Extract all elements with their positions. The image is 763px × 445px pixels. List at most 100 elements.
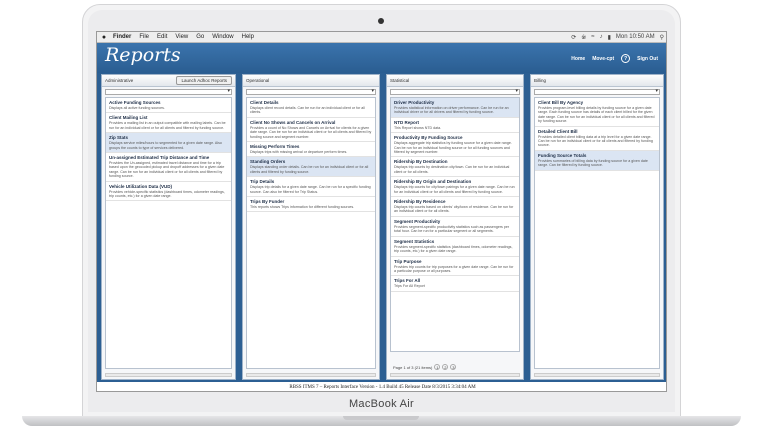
report-item-description: Provides statistical information on driv… bbox=[394, 106, 509, 115]
pager-summary: Page 1 of 3 (21 items) bbox=[393, 364, 433, 370]
report-item-title[interactable]: Segment Statistics bbox=[394, 239, 516, 244]
report-item-title[interactable]: Client No Shows and Cancels on Arrival bbox=[250, 120, 372, 125]
bluetooth-icon[interactable]: ※ bbox=[581, 34, 586, 41]
help-icon[interactable]: ? bbox=[621, 54, 631, 63]
report-item-title[interactable]: Active Funding Sources bbox=[109, 100, 228, 105]
report-item[interactable]: Trips For All Trips For All Report bbox=[391, 276, 519, 292]
page-3-button[interactable]: 3 bbox=[450, 364, 457, 370]
report-item-title[interactable]: Funding Source Totals bbox=[538, 153, 656, 158]
report-item[interactable]: Ridership By Residence Displays trip coun… bbox=[391, 197, 519, 217]
horizontal-scrollbar[interactable] bbox=[534, 373, 660, 377]
report-item-title[interactable]: Vehicle Utilization Data (VUD) bbox=[109, 184, 228, 189]
report-item[interactable]: NTD Report This Report shows NTD data. bbox=[391, 118, 519, 134]
pager: Page 1 of 3 (21 items) 1 2 3 bbox=[393, 364, 457, 370]
report-item-description: Provides summaries of billing data by fu… bbox=[538, 158, 648, 168]
report-item[interactable]: Driver Productivity Provides statistical … bbox=[391, 98, 519, 118]
report-item-description: Displays trip counts for city/town pairi… bbox=[394, 185, 515, 194]
horizontal-scrollbar[interactable] bbox=[246, 373, 376, 377]
panel-header: Operational bbox=[243, 75, 379, 87]
report-item-title[interactable]: Segment Productivity bbox=[394, 219, 516, 224]
panel-billing: Billing Client Bill By AgencyProvides pr… bbox=[530, 74, 664, 380]
launch-adhoc-button[interactable]: Launch Adhoc Reports bbox=[176, 76, 232, 85]
report-item-title[interactable]: Trips By Funder bbox=[250, 199, 372, 204]
panel-title: Operational bbox=[246, 78, 270, 83]
report-item[interactable]: Funding Source Totals Provides summaries … bbox=[535, 150, 659, 171]
spotlight-icon[interactable]: ⚲ bbox=[660, 34, 664, 41]
report-item[interactable]: Ridership By Destination Displays trip co… bbox=[391, 157, 519, 178]
page-2-button[interactable]: 2 bbox=[442, 364, 449, 370]
report-item-description: Displays client record details. Can be r… bbox=[250, 106, 365, 115]
report-item[interactable]: Standing Orders Displays standing order d… bbox=[247, 157, 375, 178]
sign-out-link[interactable]: Sign Out bbox=[637, 56, 658, 62]
report-item[interactable]: Trip Purpose Provides trip counts for tri… bbox=[391, 257, 519, 277]
report-item[interactable]: Detailed Client Bill Provides detailed cl… bbox=[535, 127, 659, 151]
report-item-title[interactable]: Standing Orders bbox=[250, 159, 372, 164]
report-item[interactable]: Client Bill By Agency Provides program-le… bbox=[535, 98, 659, 127]
home-link[interactable]: Home bbox=[571, 56, 585, 62]
battery-icon[interactable]: ▮ bbox=[608, 34, 611, 41]
report-list: Driver Productivity Provides statistical … bbox=[390, 97, 520, 352]
sync-icon[interactable]: ⟳ bbox=[571, 34, 576, 41]
report-item-title[interactable]: Trip Details bbox=[250, 179, 372, 184]
report-item-description: Provides vehicle-specific statistics (da… bbox=[109, 189, 225, 199]
report-filter-select[interactable] bbox=[534, 88, 660, 95]
user-link[interactable]: Move-cpt bbox=[592, 56, 614, 62]
report-item-title[interactable]: Driver Productivity bbox=[394, 100, 516, 105]
panel-title: Administrative bbox=[105, 78, 134, 83]
report-item[interactable]: Client Mailing List Provides a mailing li… bbox=[106, 113, 231, 134]
report-filter-select[interactable] bbox=[390, 88, 520, 95]
report-item[interactable]: Un-assigned Estimated Trip Distance and … bbox=[106, 153, 231, 182]
report-item[interactable]: Segment Productivity Provides segment-spe… bbox=[391, 217, 519, 237]
report-item-title[interactable]: Ridership By Destination bbox=[394, 159, 516, 164]
report-item[interactable]: Vehicle Utilization Data (VUD) Provides v… bbox=[106, 182, 231, 202]
report-item[interactable]: Client No Shows and Cancels on Arrival Pr… bbox=[247, 118, 375, 143]
report-item-title[interactable]: NTD Report bbox=[394, 120, 516, 125]
menu-file[interactable]: File bbox=[135, 34, 153, 40]
report-item[interactable]: Trips By Funder This reports shows Trips … bbox=[247, 197, 375, 213]
report-item-description: Displays trip counts based on clients' c… bbox=[394, 205, 514, 214]
report-item[interactable]: Segment Statistics Provides segment-speci… bbox=[391, 237, 519, 257]
report-item-title[interactable]: Trip Purpose bbox=[394, 259, 516, 264]
report-item-description: Displays service miles/hours to segmente… bbox=[109, 141, 222, 150]
report-item-title[interactable]: Zip Stats bbox=[109, 135, 228, 140]
report-item-title[interactable]: Client Bill By Agency bbox=[538, 100, 656, 105]
volume-icon[interactable]: ♪ bbox=[600, 34, 603, 40]
menu-go[interactable]: Go bbox=[192, 34, 208, 40]
page-1-button[interactable]: 1 bbox=[434, 364, 441, 370]
report-filter-select[interactable] bbox=[246, 88, 376, 95]
report-item[interactable]: Client Details Displays client record det… bbox=[247, 98, 375, 118]
report-item-title[interactable]: Trips For All bbox=[394, 278, 516, 283]
report-item-description: Provides segment-specific statistics (da… bbox=[394, 244, 513, 254]
report-item-title[interactable]: Client Details bbox=[250, 100, 372, 105]
report-item-description: Displays trip counts by destination city… bbox=[394, 165, 510, 174]
menu-finder[interactable]: Finder bbox=[109, 34, 135, 40]
report-item[interactable]: Zip Stats Displays service miles/hours to… bbox=[106, 133, 231, 154]
report-item-title[interactable]: Productivity By Funding Source bbox=[394, 135, 516, 140]
report-item[interactable]: Ridership By Origin and Destination Displ… bbox=[391, 177, 519, 198]
horizontal-scrollbar[interactable] bbox=[105, 373, 232, 377]
menu-window[interactable]: Window bbox=[208, 34, 237, 40]
report-item-title[interactable]: Detailed Client Bill bbox=[538, 129, 656, 134]
menu-edit[interactable]: Edit bbox=[153, 34, 171, 40]
panel-statistical: Statistical Driver ProductivityProvides … bbox=[386, 74, 524, 380]
report-item-title[interactable]: Un-assigned Estimated Trip Distance and … bbox=[109, 155, 228, 160]
report-filter-select[interactable] bbox=[105, 88, 232, 95]
horizontal-scrollbar[interactable] bbox=[390, 373, 520, 377]
report-item[interactable]: Trip Details Displays trip details for a … bbox=[247, 177, 375, 198]
report-item[interactable]: Active Funding Sources Displays all activ… bbox=[106, 98, 231, 114]
apple-icon[interactable]: ● bbox=[99, 34, 109, 41]
report-item-title[interactable]: Client Mailing List bbox=[109, 115, 228, 120]
report-item-title[interactable]: Missing Perform Times bbox=[250, 144, 372, 149]
version-footer: RBSS ITMS 7 – Reports Interface Version … bbox=[97, 382, 666, 391]
panel-header: Billing bbox=[531, 75, 663, 87]
report-item-title[interactable]: Ridership By Residence bbox=[394, 199, 516, 204]
wifi-icon[interactable]: ≈ bbox=[591, 34, 594, 40]
report-item[interactable]: Missing Perform Times Displays trips with… bbox=[247, 142, 375, 158]
menubar-clock[interactable]: Mon 10:50 AM bbox=[616, 34, 655, 40]
report-list: Active Funding Sources Displays all activ… bbox=[105, 97, 232, 369]
report-item-description: This Report shows NTD data. bbox=[394, 125, 442, 130]
menu-view[interactable]: View bbox=[171, 34, 192, 40]
report-item[interactable]: Productivity By Funding Source Displays a… bbox=[391, 133, 519, 158]
report-item-title[interactable]: Ridership By Origin and Destination bbox=[394, 179, 516, 184]
menu-help[interactable]: Help bbox=[238, 34, 258, 40]
